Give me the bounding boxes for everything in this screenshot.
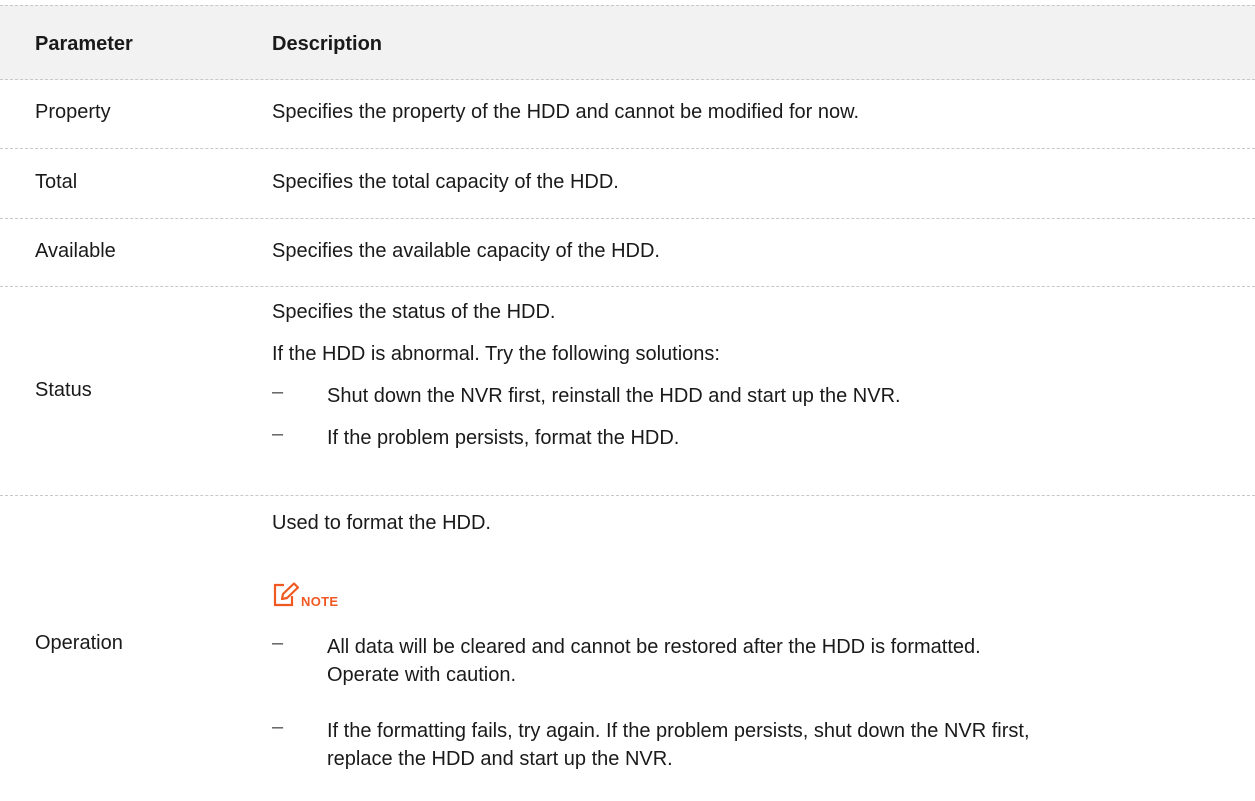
dash-bullet-icon: – bbox=[272, 381, 284, 403]
note-callout: NOTE bbox=[272, 582, 339, 609]
dash-bullet-icon: – bbox=[272, 632, 284, 654]
dash-bullet-icon: – bbox=[272, 716, 284, 738]
description-cell: Specifies the total capacity of the HDD. bbox=[272, 171, 619, 193]
list-item-text: If the formatting fails, try again. If t… bbox=[327, 717, 1207, 773]
table-row-property: Property Specifies the property of the H… bbox=[0, 80, 1255, 149]
table-row-status: Status Specifies the status of the HDD. … bbox=[0, 287, 1255, 496]
table-header-row: Parameter Description bbox=[0, 5, 1255, 80]
table-row-operation: Operation Used to format the HDD. NOTE –… bbox=[0, 496, 1255, 801]
header-description: Description bbox=[272, 33, 383, 55]
list-item-line: Operate with caution. bbox=[327, 664, 516, 686]
list-item-text: Shut down the NVR first, reinstall the H… bbox=[327, 385, 901, 407]
description-line: Used to format the HDD. bbox=[272, 512, 491, 534]
table-row-available: Available Specifies the available capaci… bbox=[0, 219, 1255, 287]
parameter-table: Parameter Description Property Specifies… bbox=[0, 5, 1255, 801]
dash-bullet-icon: – bbox=[272, 423, 284, 445]
param-cell: Status bbox=[35, 379, 92, 401]
note-label: NOTE bbox=[301, 594, 339, 609]
list-item-line: All data will be cleared and cannot be r… bbox=[327, 636, 981, 658]
header-parameter: Parameter bbox=[35, 33, 133, 55]
param-cell: Operation bbox=[35, 632, 123, 654]
param-cell: Total bbox=[35, 171, 78, 193]
list-item-line: If the formatting fails, try again. If t… bbox=[327, 720, 1030, 742]
param-cell: Available bbox=[35, 240, 116, 262]
description-cell: Specifies the property of the HDD and ca… bbox=[272, 101, 860, 123]
table-row-total: Total Specifies the total capacity of th… bbox=[0, 149, 1255, 219]
note-edit-icon bbox=[273, 582, 300, 607]
description-line: Specifies the status of the HDD. bbox=[272, 301, 556, 323]
list-item-text: All data will be cleared and cannot be r… bbox=[327, 633, 1207, 689]
param-cell: Property bbox=[35, 101, 111, 123]
list-item-text: If the problem persists, format the HDD. bbox=[327, 427, 680, 449]
list-item-line: replace the HDD and start up the NVR. bbox=[327, 748, 673, 770]
description-line: If the HDD is abnormal. Try the followin… bbox=[272, 343, 720, 365]
description-cell: Specifies the available capacity of the … bbox=[272, 240, 660, 262]
